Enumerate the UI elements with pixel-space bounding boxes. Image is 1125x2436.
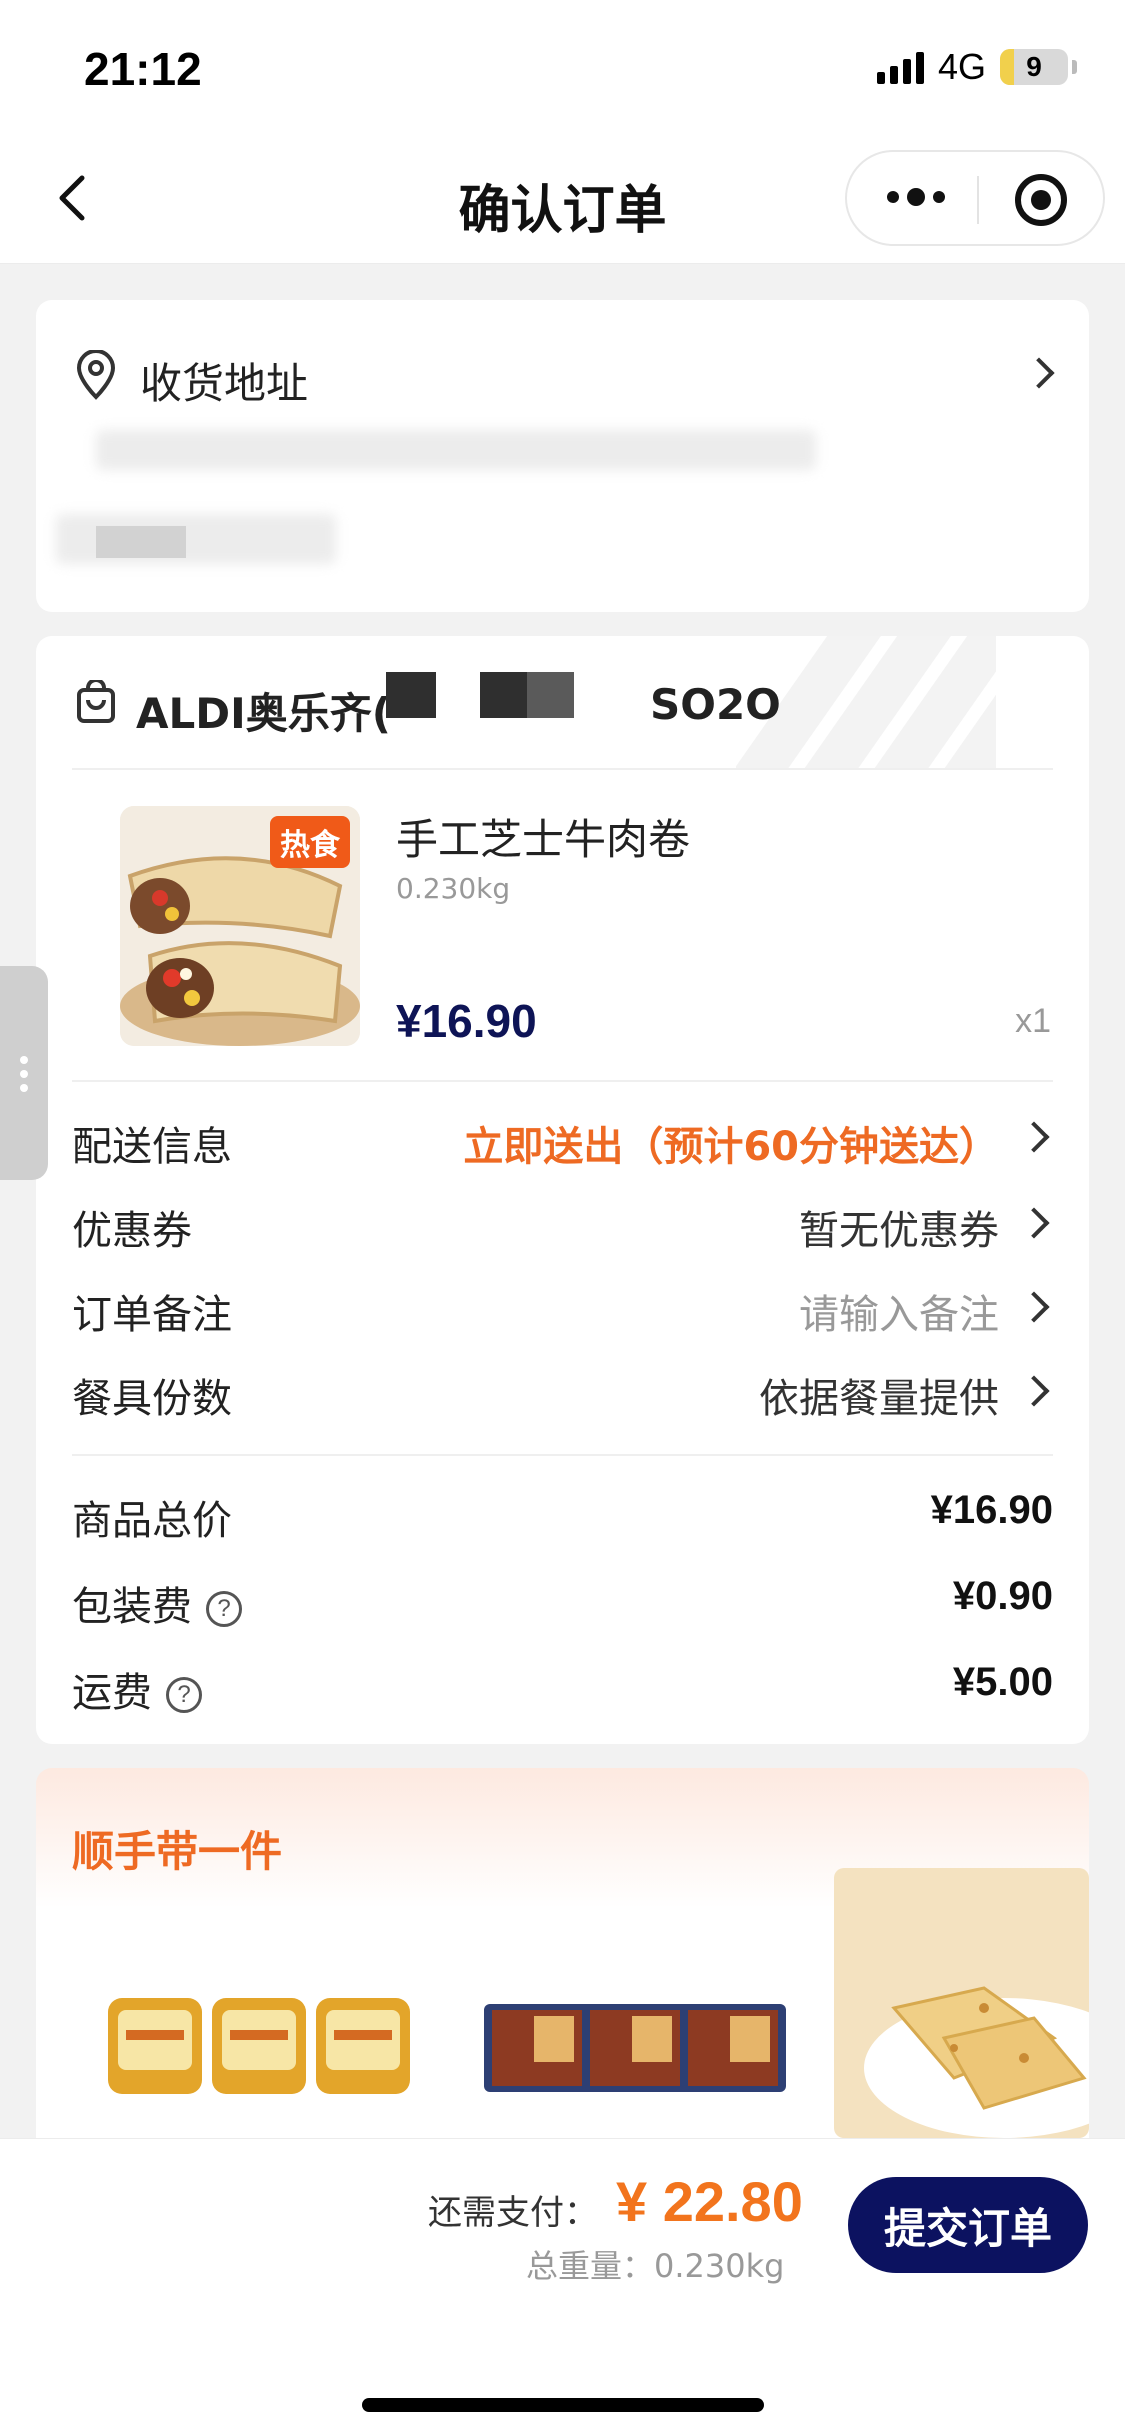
redacted-store-part: [386, 672, 436, 718]
shipping-fee-label: 运费?: [72, 1660, 202, 1718]
chevron-right-icon: [1023, 357, 1055, 389]
more-icon[interactable]: [887, 188, 945, 206]
help-icon[interactable]: ?: [206, 1591, 242, 1627]
battery-level: 9: [1026, 51, 1042, 82]
redacted-address-line: [96, 430, 816, 470]
close-miniprogram-icon[interactable]: [1015, 174, 1067, 226]
addon-title: 顺手带一件: [72, 1827, 283, 1876]
checkout-footer: 还需支付： ¥ 22.80 总重量：0.230kg 提交订单: [0, 2138, 1125, 2436]
addon-product-hotpot-sauce[interactable]: [484, 2000, 786, 2096]
redacted-store-part: [480, 672, 574, 718]
store-name: ALDI奥乐齐(: [136, 689, 391, 738]
order-note-placeholder: 请输入备注: [799, 1292, 999, 1338]
capsule-divider: [977, 176, 979, 224]
order-note-label: 订单备注: [72, 1292, 232, 1338]
status-bar: 21:12 4G 9: [0, 0, 1125, 132]
goods-total-value: ¥16.90: [930, 1488, 1053, 1532]
product-name: 手工芝士牛肉卷: [396, 815, 691, 864]
divider: [72, 768, 1053, 770]
address-title: 收货地址: [140, 359, 309, 408]
product-quantity: x1: [1015, 1002, 1051, 1040]
addon-product-pancake[interactable]: [834, 1868, 1089, 2138]
pay-label: 还需支付：: [428, 2193, 598, 2233]
floating-side-handle[interactable]: [0, 966, 48, 1180]
packaging-fee-value: ¥0.90: [952, 1574, 1053, 1618]
shipping-fee-text: 运费: [72, 1670, 152, 1716]
help-icon[interactable]: ?: [166, 1677, 202, 1713]
divider: [72, 1080, 1053, 1082]
battery-tip: [1072, 60, 1077, 74]
hot-food-tag: 热食: [270, 816, 350, 868]
submit-order-button[interactable]: 提交订单: [848, 2177, 1088, 2273]
signal-icon: [876, 50, 924, 84]
addon-section: 顺手带一件: [36, 1768, 1089, 2138]
coupon-value: 暂无优惠券: [799, 1208, 999, 1254]
chevron-right-icon: [1018, 1375, 1050, 1407]
product-weight: 0.230kg: [396, 872, 511, 905]
miniprogram-capsule: [845, 150, 1105, 246]
home-indicator: [362, 2398, 764, 2412]
order-card: ALDI奥乐齐( SO2O 热食 手工芝士牛肉卷 0.230kg ¥16.90 …: [36, 636, 1089, 1744]
status-time: 21:12: [84, 43, 202, 95]
network-type: 4G: [937, 46, 986, 87]
product-price: ¥16.90: [396, 995, 537, 1047]
shipping-fee-value: ¥5.00: [952, 1660, 1053, 1704]
nav-bar: 确认订单: [0, 132, 1125, 264]
goods-total-label: 商品总价: [72, 1498, 232, 1544]
total-weight: 总重量：0.230kg: [526, 2247, 785, 2285]
chevron-right-icon: [1018, 1207, 1050, 1239]
tableware-value: 依据餐量提供: [759, 1376, 999, 1422]
delivery-label: 配送信息: [72, 1124, 232, 1170]
status-indicators: 4G 9: [876, 46, 1077, 88]
yogurt-cups-picture: [108, 1998, 410, 2094]
location-pin-icon: [76, 350, 116, 400]
redacted-block: [96, 526, 186, 558]
divider: [72, 1454, 1053, 1456]
product-image[interactable]: 热食: [120, 806, 360, 1046]
addon-product-yogurt[interactable]: [104, 1990, 414, 2100]
chevron-right-icon: [1018, 1291, 1050, 1323]
chevron-right-icon: [1018, 1121, 1050, 1153]
tableware-label: 餐具份数: [72, 1376, 232, 1422]
delivery-value: 立即送出（预计60分钟送达）: [463, 1124, 999, 1170]
shopping-bag-icon: [77, 680, 115, 723]
address-card[interactable]: 收货地址: [36, 300, 1089, 612]
packaging-fee-text: 包装费: [72, 1584, 192, 1630]
battery-icon: 9: [1000, 49, 1068, 85]
coupon-label: 优惠券: [72, 1208, 192, 1254]
store-name-suffix: SO2O: [650, 680, 781, 729]
pancake-picture: [834, 1868, 1089, 2138]
hotpot-sauce-picture: [484, 2004, 786, 2092]
packaging-fee-label: 包装费?: [72, 1574, 242, 1632]
pay-amount: ¥ 22.80: [616, 2170, 803, 2233]
